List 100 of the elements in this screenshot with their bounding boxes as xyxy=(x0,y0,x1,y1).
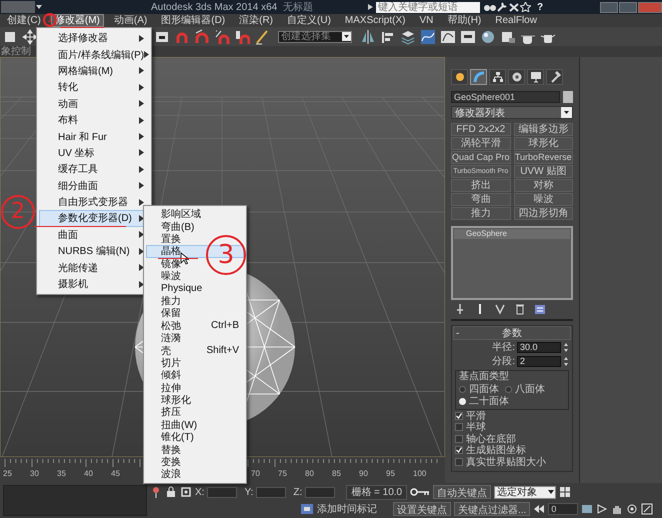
pin-icon[interactable] xyxy=(454,303,466,315)
graph-icon[interactable] xyxy=(440,28,456,44)
checkbox[interactable] xyxy=(455,412,463,420)
menu-item[interactable]: Physique xyxy=(146,282,244,295)
menu-item[interactable]: 自定义(U) xyxy=(283,14,335,27)
transform-mode-icon[interactable] xyxy=(180,486,192,498)
modifier-button[interactable]: 四边形切角 xyxy=(514,207,573,220)
menu-item[interactable]: 挤压 xyxy=(146,406,244,419)
menu-item[interactable]: 帮助(H) xyxy=(443,14,486,27)
menu-item[interactable]: 锥化(T) xyxy=(146,431,244,444)
menu-item[interactable]: 布料 xyxy=(39,112,149,128)
menu-item[interactable]: Hair 和 Fur xyxy=(39,128,149,145)
menu-item[interactable]: 转化 xyxy=(39,79,149,96)
key-icon[interactable] xyxy=(410,487,430,497)
modifier-button[interactable]: 对称 xyxy=(514,179,573,192)
modifier-button[interactable]: FFD 2x2x2 xyxy=(451,123,510,136)
modifier-button[interactable]: 推力 xyxy=(451,207,510,220)
checkbox[interactable] xyxy=(455,458,463,466)
menu-item[interactable]: 波浪 xyxy=(146,468,244,481)
modifier-button[interactable]: Quad Cap Pro xyxy=(451,151,510,164)
zoom-extents-icon[interactable] xyxy=(581,503,594,515)
menu-item[interactable]: 推力 xyxy=(146,294,244,308)
modifier-list-dropdown[interactable]: 修改器列表 xyxy=(451,106,573,119)
star-icon[interactable] xyxy=(520,2,532,12)
menu-item[interactable]: UV 坐标 xyxy=(39,144,149,162)
maximize-viewport-icon[interactable] xyxy=(641,503,654,515)
selection-set-dropdown[interactable]: 创建选择集 xyxy=(278,30,352,42)
orbit-icon[interactable] xyxy=(626,503,638,515)
menu-item[interactable]: 倾斜 xyxy=(146,369,244,382)
menu-item[interactable]: 自由形式变形器 xyxy=(39,194,149,210)
layers-icon[interactable] xyxy=(400,28,416,44)
command-panel-tab[interactable] xyxy=(508,69,525,85)
menu-item[interactable]: 创建(C) xyxy=(3,14,45,27)
menu-item[interactable]: VN xyxy=(415,14,438,27)
menu-item[interactable]: 保留 xyxy=(146,307,244,320)
menu-item[interactable]: 替换 xyxy=(146,443,244,456)
binoculars-icon[interactable] xyxy=(484,2,496,12)
menu-item[interactable]: 选择修改器 xyxy=(39,30,149,46)
pin-icon[interactable] xyxy=(150,486,162,498)
schematic-icon[interactable] xyxy=(460,28,476,44)
checkbox[interactable] xyxy=(455,423,463,432)
wrench-icon[interactable] xyxy=(496,2,508,12)
menu-item[interactable]: 切片 xyxy=(146,356,244,370)
auto-key-button[interactable]: 自动关键点 xyxy=(433,485,492,499)
coordinate-field[interactable] xyxy=(207,486,238,498)
menu-item[interactable]: 变换 xyxy=(146,456,244,468)
move-icon[interactable] xyxy=(22,28,38,44)
menu-item[interactable]: 图形编辑器(D) xyxy=(157,14,230,27)
angle-snap-icon[interactable] xyxy=(194,28,210,44)
spinner-field[interactable]: 30.0 xyxy=(517,342,561,352)
frame-field[interactable]: 0 xyxy=(548,503,578,515)
menu-item[interactable]: 拉伸 xyxy=(146,381,244,394)
grid-icon[interactable] xyxy=(559,486,572,498)
menu-item[interactable]: RealFlow xyxy=(491,14,541,27)
modifier-stack-list[interactable]: GeoSphere xyxy=(451,226,573,300)
menu-item[interactable]: 影响区域 xyxy=(146,208,244,220)
close-button[interactable] xyxy=(638,2,662,12)
object-name-field[interactable]: GeoSphere001 xyxy=(451,91,560,103)
set-key-button[interactable]: 设置关键点 xyxy=(393,502,451,516)
rollout-header[interactable]: - 参数 xyxy=(453,326,571,340)
command-panel-tab[interactable] xyxy=(527,69,544,85)
pencil-icon[interactable] xyxy=(254,28,270,44)
spinner-arrows-icon[interactable] xyxy=(563,356,569,366)
modifier-button[interactable]: 球形化 xyxy=(514,137,573,150)
command-panel-tab[interactable] xyxy=(451,69,468,85)
help-button[interactable]: ? xyxy=(537,2,544,12)
menu-item[interactable]: 球形化 xyxy=(146,394,244,406)
play-arrow-icon[interactable] xyxy=(366,3,374,11)
time-tag-icon[interactable] xyxy=(300,503,314,515)
object-color-swatch[interactable] xyxy=(563,91,573,103)
spinner-snap-icon[interactable] xyxy=(234,28,250,44)
radio-button[interactable] xyxy=(459,386,466,392)
coordinate-field[interactable] xyxy=(305,486,336,498)
lock-icon[interactable] xyxy=(165,486,177,498)
key-mode-dropdown[interactable]: 选定对象 xyxy=(494,486,556,498)
modifier-button[interactable]: TurboReverse xyxy=(514,151,573,164)
caret-icon[interactable] xyxy=(35,3,43,11)
spinner-field[interactable]: 2 xyxy=(517,356,561,366)
maximize-button[interactable] xyxy=(619,2,637,12)
modifier-button[interactable]: 涡轮平滑 xyxy=(451,137,510,150)
add-time-tag-label[interactable]: 添加时间标记 xyxy=(317,502,377,516)
minimize-button[interactable] xyxy=(600,2,618,12)
command-panel-tab[interactable] xyxy=(546,69,563,85)
trash-icon[interactable] xyxy=(514,303,526,315)
collapse-toggle[interactable]: - xyxy=(454,328,466,338)
fork-icon[interactable] xyxy=(494,303,506,315)
menu-item[interactable]: 网格编辑(M) xyxy=(39,62,149,80)
stack-item[interactable]: GeoSphere xyxy=(454,229,570,239)
percent-snap-icon[interactable] xyxy=(214,28,230,44)
play-icon[interactable] xyxy=(596,503,608,515)
radio-button[interactable] xyxy=(505,386,512,392)
menu-item[interactable]: 缓存工具 xyxy=(39,161,149,178)
modifier-button[interactable]: 噪波 xyxy=(514,193,573,206)
go-to-start-icon[interactable] xyxy=(533,504,546,514)
menu-item[interactable]: 松弛 Ctrl+B xyxy=(146,320,244,332)
menu-item[interactable]: 渲染(R) xyxy=(235,14,278,27)
curve-editor-icon[interactable] xyxy=(420,28,436,44)
spinner-arrows-icon[interactable] xyxy=(563,342,569,352)
checkbox[interactable] xyxy=(455,434,463,443)
menu-item[interactable]: 涟漪 xyxy=(146,332,244,344)
